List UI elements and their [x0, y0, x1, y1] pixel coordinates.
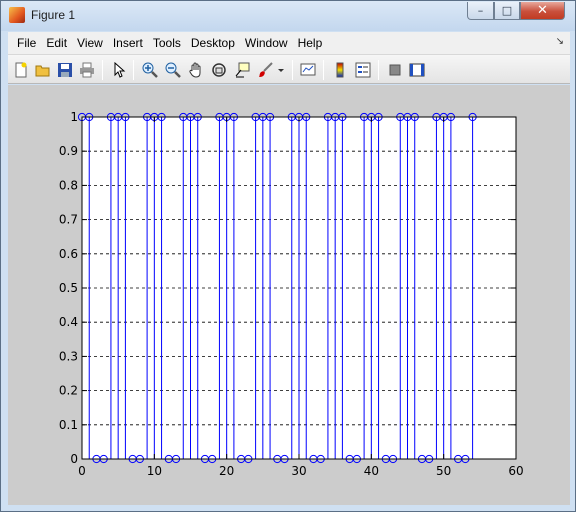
- menu-file[interactable]: File: [12, 36, 41, 50]
- zoom-out-icon[interactable]: [163, 60, 183, 80]
- stem-plot[interactable]: 0 10 20 30 40 50 60 0 0.1 0.2 0.3 0.4 0.5 0.6 0.7 0.8 0…: [8, 85, 570, 505]
- x-tick-label: 50: [436, 464, 451, 478]
- show-plot-tools-icon[interactable]: [407, 60, 427, 80]
- menu-help[interactable]: Help: [293, 36, 328, 50]
- save-icon[interactable]: [55, 60, 75, 80]
- window-title: Figure 1: [31, 8, 76, 22]
- x-tick-label: 30: [291, 464, 306, 478]
- toolbar-separator: [323, 60, 324, 80]
- brush-dropdown-icon[interactable]: [276, 60, 286, 80]
- dock-arrow-icon[interactable]: ↘: [556, 36, 564, 47]
- x-tick-label: 10: [147, 464, 162, 478]
- y-tick-label: 0: [70, 452, 78, 466]
- figure-window: Figure 1 – □ ✕ File Edit View Insert Too…: [0, 0, 576, 512]
- menu-tools[interactable]: Tools: [148, 36, 186, 50]
- y-tick-label: 0.2: [59, 384, 78, 398]
- menu-view[interactable]: View: [72, 36, 108, 50]
- y-tick-label: 0.3: [59, 349, 78, 363]
- toolbar-separator: [292, 60, 293, 80]
- figure-canvas: 0 10 20 30 40 50 60 0 0.1 0.2 0.3 0.4 0.5 0.6 0.7 0.8 0…: [8, 85, 570, 505]
- menu-edit[interactable]: Edit: [41, 36, 72, 50]
- x-tick-label: 0: [78, 464, 86, 478]
- legend-icon[interactable]: [353, 60, 373, 80]
- x-tick-label: 60: [508, 464, 523, 478]
- y-tick-label: 0.6: [59, 247, 78, 261]
- y-tick-label: 0.8: [59, 178, 78, 192]
- y-tick-label: 0.4: [59, 315, 78, 329]
- data-cursor-icon[interactable]: [232, 60, 252, 80]
- matlab-logo-icon: [9, 7, 25, 23]
- title-bar[interactable]: Figure 1 – □ ✕: [1, 1, 575, 31]
- open-file-icon[interactable]: [33, 60, 53, 80]
- print-icon[interactable]: [77, 60, 97, 80]
- y-tick-label: 0.1: [59, 418, 78, 432]
- minimize-button[interactable]: –: [467, 2, 494, 20]
- y-tick-label: 0.5: [59, 281, 78, 295]
- y-tick-label: 1: [70, 110, 78, 124]
- new-figure-icon[interactable]: [11, 60, 31, 80]
- y-tick-label: 0.9: [59, 144, 78, 158]
- hide-plot-tools-icon[interactable]: [385, 60, 405, 80]
- figure-toolbar: [8, 54, 570, 84]
- menu-insert[interactable]: Insert: [108, 36, 148, 50]
- pan-hand-icon[interactable]: [186, 60, 206, 80]
- zoom-in-icon[interactable]: [140, 60, 160, 80]
- x-tick-label: 20: [219, 464, 234, 478]
- link-plot-icon[interactable]: [298, 60, 318, 80]
- menu-bar: File Edit View Insert Tools Desktop Wind…: [8, 32, 570, 54]
- maximize-button[interactable]: □: [494, 2, 520, 20]
- x-tick-label: 40: [364, 464, 379, 478]
- y-tick-label: 0.7: [59, 213, 78, 227]
- close-button[interactable]: ✕: [520, 2, 565, 20]
- toolbar-separator: [378, 60, 379, 80]
- rotate-3d-icon[interactable]: [209, 60, 229, 80]
- toolbar-separator: [102, 60, 103, 80]
- edit-plot-arrow-icon[interactable]: [109, 60, 129, 80]
- menu-window[interactable]: Window: [240, 36, 293, 50]
- menu-desktop[interactable]: Desktop: [186, 36, 240, 50]
- toolbar-separator: [133, 60, 134, 80]
- colorbar-icon[interactable]: [330, 60, 350, 80]
- brush-icon[interactable]: [256, 60, 276, 80]
